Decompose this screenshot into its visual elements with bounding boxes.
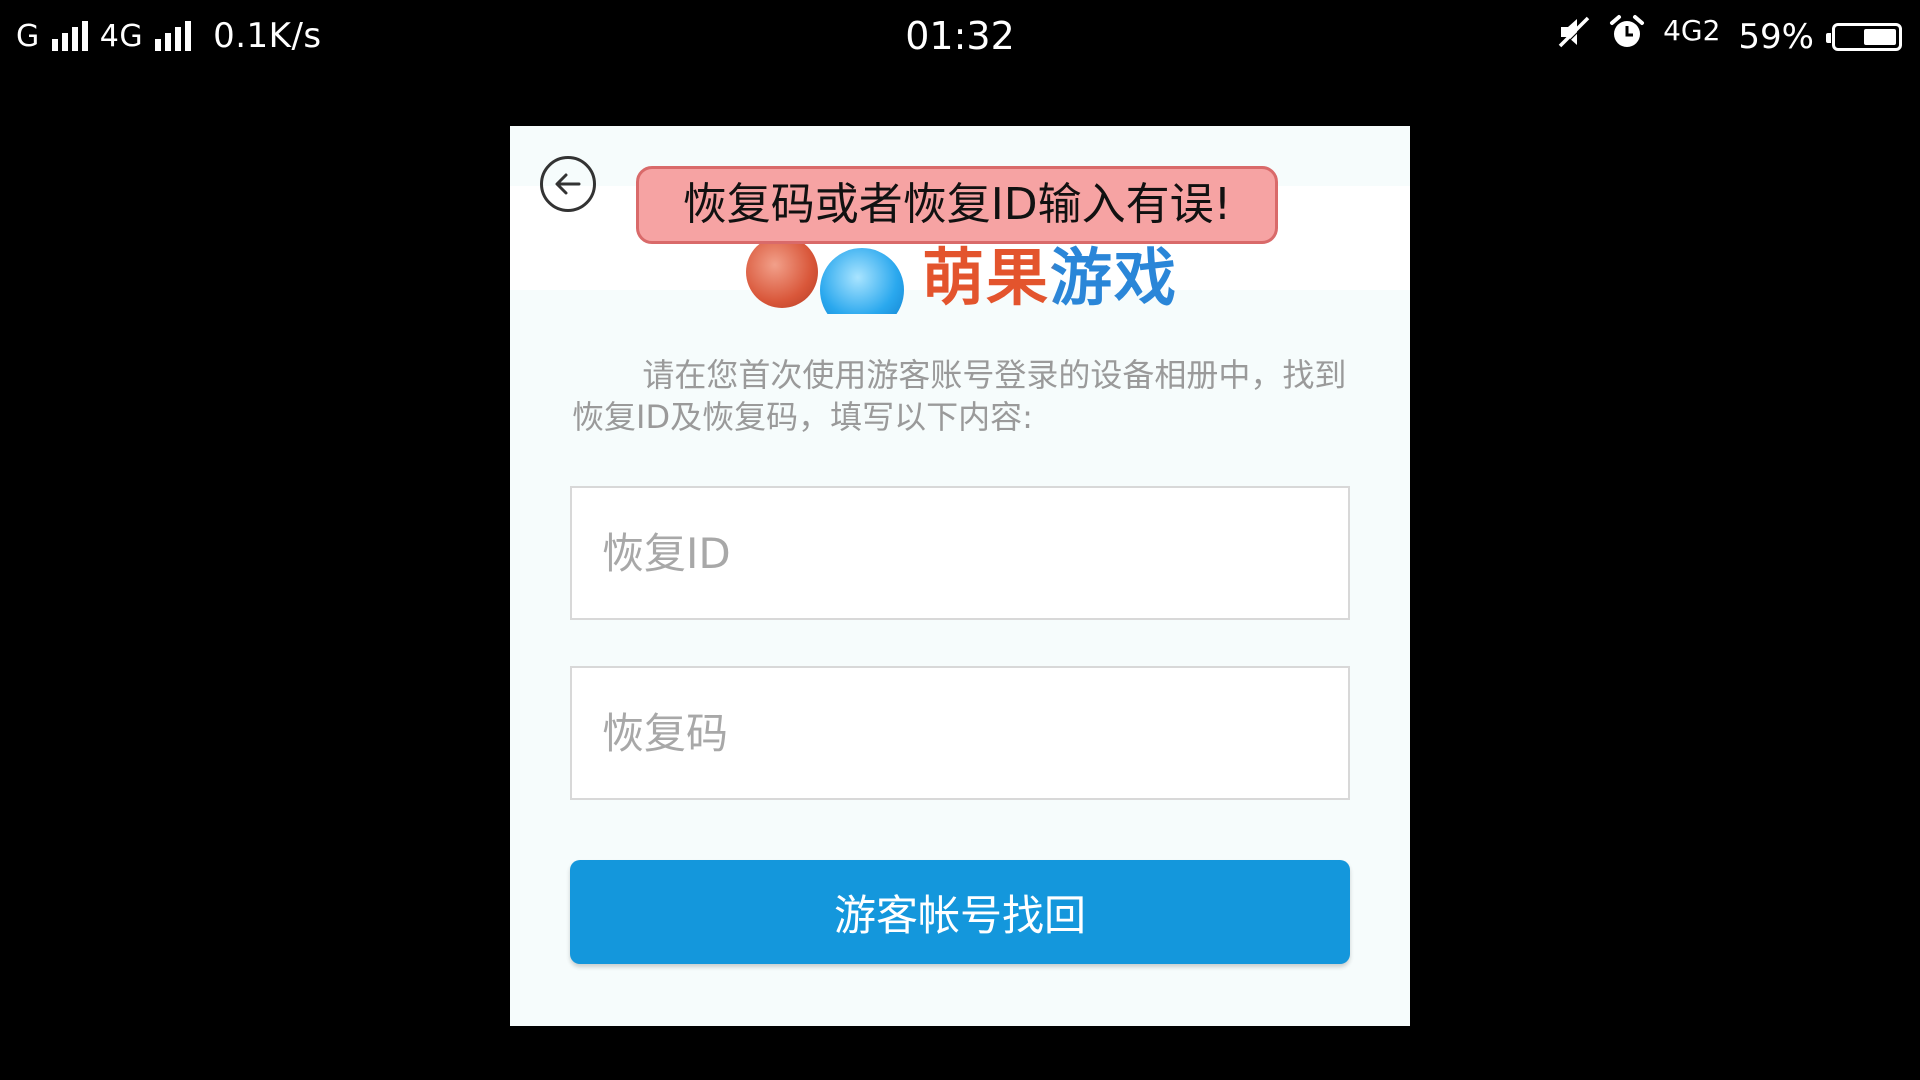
network-type-label-3: 4G2 [1663,14,1721,47]
logo-mascot-icon [746,236,818,308]
battery-percent: 59% [1738,16,1814,57]
instruction-text: 请在您首次使用游客账号登录的设备相册中，找到恢复ID及恢复码，填写以下内容: [572,356,1347,436]
logo-ball-icon [820,248,904,314]
mute-icon [1557,15,1591,58]
error-toast: 恢复码或者恢复ID输入有误! [636,166,1278,244]
account-recovery-dialog: 萌果游戏 恢复码或者恢复ID输入有误! 请在您首次使用游客账号登录的设备相册中，… [510,126,1410,1026]
alarm-icon [1609,14,1645,59]
recovery-id-input[interactable] [570,486,1350,620]
recover-guest-account-button[interactable]: 游客帐号找回 [570,860,1350,964]
recovery-code-input[interactable] [570,666,1350,800]
battery-icon [1826,22,1902,51]
logo-text: 萌果游戏 [922,238,1178,314]
status-bar: G 4G 0.1K/s 01:32 4G2 59% [0,0,1920,76]
status-right: 4G2 59% [1557,14,1902,59]
arrow-left-icon [555,173,581,195]
back-button[interactable] [540,156,596,212]
battery-fill [1864,28,1896,45]
